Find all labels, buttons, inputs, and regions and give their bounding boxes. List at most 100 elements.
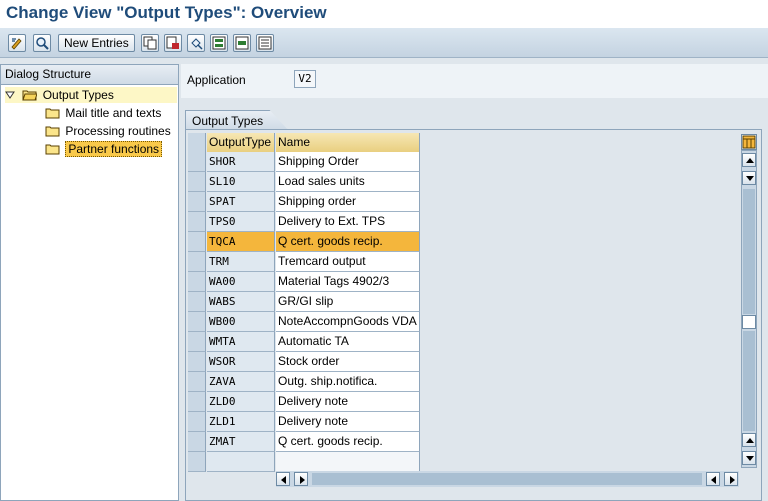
tree-item-partner-functions[interactable]: Partner functions (45, 141, 163, 157)
table-row[interactable]: SHOR Shipping Order (188, 152, 420, 172)
select-block-icon[interactable] (233, 34, 251, 52)
table-row[interactable]: WSOR Stock order (188, 352, 420, 372)
display-change-icon[interactable] (8, 34, 26, 52)
table-row[interactable]: WABS GR/GI slip (188, 292, 420, 312)
cell-output-type[interactable]: SHOR (207, 152, 275, 172)
delete-icon[interactable] (164, 34, 182, 52)
table-row[interactable]: ZAVA Outg. ship.notifica. (188, 372, 420, 392)
cell-output-type[interactable]: WA00 (207, 272, 275, 292)
cell-name[interactable]: Delivery to Ext. TPS (276, 212, 420, 232)
select-all-rows-button[interactable] (188, 133, 206, 153)
table-row[interactable]: ZMAT Q cert. goods recip. (188, 432, 420, 452)
cell-name[interactable]: Material Tags 4902/3 (276, 272, 420, 292)
cell-name[interactable]: Tremcard output (276, 252, 420, 272)
row-selector[interactable] (188, 212, 206, 232)
cell-name[interactable]: Delivery note (276, 412, 420, 432)
deselect-all-icon[interactable] (256, 34, 274, 52)
scroll-track-upper[interactable] (743, 189, 755, 314)
page-title: Change View "Output Types": Overview (6, 3, 327, 22)
scroll-down-button[interactable] (742, 451, 756, 465)
cell-name[interactable]: Shipping order (276, 192, 420, 212)
undo-icon[interactable] (187, 34, 205, 52)
table-row[interactable]: TQCA Q cert. goods recip. (188, 232, 420, 252)
horizontal-scrollbar[interactable] (276, 471, 739, 487)
column-header-name[interactable]: Name (276, 133, 420, 153)
table-row[interactable]: SL10 Load sales units (188, 172, 420, 192)
cell-output-type[interactable]: SL10 (207, 172, 275, 192)
scroll-page-left-button[interactable] (294, 472, 308, 486)
cell-output-type[interactable]: SPAT (207, 192, 275, 212)
table-header-row: OutputType Name (188, 133, 420, 153)
row-selector[interactable] (188, 312, 206, 332)
detail-icon[interactable] (33, 34, 51, 52)
row-selector[interactable] (188, 332, 206, 352)
scroll-page-right-button[interactable] (706, 472, 720, 486)
copy-icon[interactable] (141, 34, 159, 52)
table-row[interactable]: TRM Tremcard output (188, 252, 420, 272)
row-selector[interactable] (188, 232, 206, 252)
row-selector[interactable] (188, 392, 206, 412)
scroll-page-down-button[interactable] (742, 433, 756, 447)
table-row[interactable]: SPAT Shipping order (188, 192, 420, 212)
cell-output-type[interactable]: TPS0 (207, 212, 275, 232)
scroll-up-button[interactable] (742, 153, 756, 167)
cell-name[interactable]: Shipping Order (276, 152, 420, 172)
cell-output-type[interactable]: ZMAT (207, 432, 275, 452)
table-row-empty[interactable] (188, 452, 420, 472)
table-row[interactable]: TPS0 Delivery to Ext. TPS (188, 212, 420, 232)
cell-name[interactable]: Load sales units (276, 172, 420, 192)
cell-name[interactable]: Automatic TA (276, 332, 420, 352)
scroll-track-lower[interactable] (743, 331, 755, 431)
horizontal-scroll-track[interactable] (312, 473, 702, 485)
cell-name[interactable] (276, 452, 420, 472)
table-row[interactable]: ZLD1 Delivery note (188, 412, 420, 432)
tree-item-mail-title-and-texts[interactable]: Mail title and texts (45, 105, 161, 121)
row-selector[interactable] (188, 292, 206, 312)
cell-output-type[interactable]: WABS (207, 292, 275, 312)
tree-item-output-types[interactable]: Output Types (5, 87, 177, 103)
row-selector[interactable] (188, 412, 206, 432)
row-selector[interactable] (188, 192, 206, 212)
row-selector[interactable] (188, 452, 206, 472)
new-entries-button[interactable]: New Entries (58, 34, 135, 52)
cell-output-type[interactable]: TQCA (207, 232, 275, 252)
table-row[interactable]: WMTA Automatic TA (188, 332, 420, 352)
cell-name[interactable]: Stock order (276, 352, 420, 372)
table-row[interactable]: WB00 NoteAccompnGoods VDA (188, 312, 420, 332)
row-selector[interactable] (188, 352, 206, 372)
cell-name[interactable]: Outg. ship.notifica. (276, 372, 420, 392)
output-types-table-title: Output Types (185, 110, 289, 130)
select-all-icon[interactable] (210, 34, 228, 52)
row-selector[interactable] (188, 432, 206, 452)
column-header-output-type[interactable]: OutputType (207, 133, 275, 153)
collapse-icon[interactable] (5, 87, 19, 103)
cell-output-type[interactable]: ZLD1 (207, 412, 275, 432)
cell-output-type[interactable]: WB00 (207, 312, 275, 332)
cell-output-type[interactable]: WMTA (207, 332, 275, 352)
row-selector[interactable] (188, 372, 206, 392)
cell-name[interactable]: NoteAccompnGoods VDA (276, 312, 420, 332)
cell-name[interactable]: Delivery note (276, 392, 420, 412)
tree-item-processing-routines[interactable]: Processing routines (45, 123, 171, 139)
table-row[interactable]: ZLD0 Delivery note (188, 392, 420, 412)
dialog-structure-header: Dialog Structure (1, 65, 178, 85)
cell-name[interactable]: Q cert. goods recip. (276, 232, 420, 252)
cell-output-type[interactable] (207, 452, 275, 472)
scroll-page-up-button[interactable] (742, 171, 756, 185)
cell-output-type[interactable]: TRM (207, 252, 275, 272)
row-selector[interactable] (188, 252, 206, 272)
cell-output-type[interactable]: ZLD0 (207, 392, 275, 412)
table-row[interactable]: WA00 Material Tags 4902/3 (188, 272, 420, 292)
cell-output-type[interactable]: ZAVA (207, 372, 275, 392)
cell-name[interactable]: GR/GI slip (276, 292, 420, 312)
row-selector[interactable] (188, 272, 206, 292)
row-selector[interactable] (188, 172, 206, 192)
cell-output-type[interactable]: WSOR (207, 352, 275, 372)
scroll-left-button[interactable] (276, 472, 290, 486)
scroll-right-button[interactable] (724, 472, 738, 486)
cell-name[interactable]: Q cert. goods recip. (276, 432, 420, 452)
row-selector[interactable] (188, 152, 206, 172)
scroll-thumb[interactable] (742, 315, 756, 329)
column-settings-icon[interactable] (741, 134, 757, 150)
vertical-scrollbar[interactable] (741, 150, 757, 468)
